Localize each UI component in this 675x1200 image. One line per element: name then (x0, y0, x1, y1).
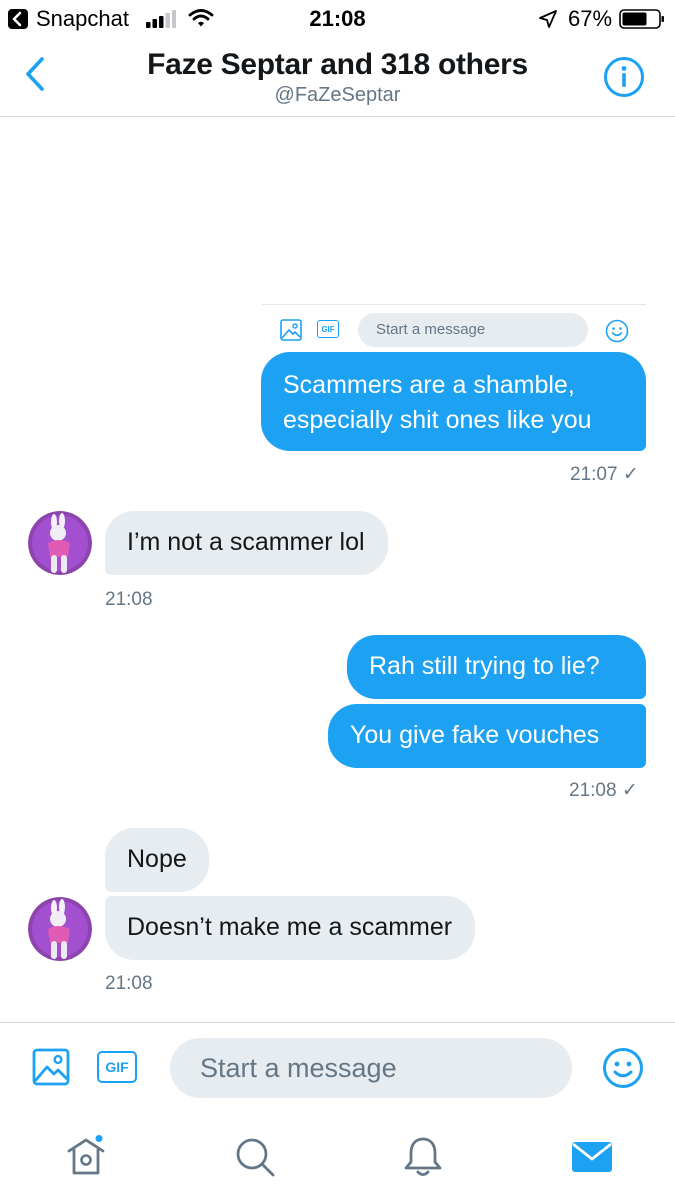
smiley-icon[interactable] (602, 1047, 644, 1089)
message-line: especially shit ones like you (283, 406, 592, 434)
search-icon[interactable] (233, 1135, 277, 1179)
message-text: You give fake vouches (350, 721, 600, 749)
message-text: Nope (127, 845, 187, 873)
message-timestamp: 21:07 ✓ (570, 464, 639, 485)
avatar[interactable] (28, 511, 92, 575)
bell-icon[interactable] (401, 1135, 445, 1179)
message-bubble-outgoing[interactable]: Scammers are a shamble, especially shit … (261, 352, 646, 451)
status-bar: Snapchat 21:08 67% (0, 0, 675, 38)
message-bubble-incoming[interactable]: Nope (105, 828, 209, 892)
message-composer: GIF Start a message (0, 1022, 675, 1111)
embedded-screenshot-composer: GIF Start a message (262, 304, 646, 351)
mail-icon[interactable] (570, 1135, 614, 1179)
gif-icon: GIF (317, 320, 339, 338)
message-bubble-incoming[interactable]: I’m not a scammer lol (105, 511, 388, 575)
message-timestamp: 21:08 (105, 589, 153, 610)
message-text: I’m not a scammer lol (127, 528, 365, 556)
conversation-title-block[interactable]: Faze Septar and 318 others @FaZeSeptar (100, 48, 575, 107)
image-icon (280, 319, 302, 341)
message-input[interactable]: Start a message (170, 1038, 572, 1098)
message-text: Doesn’t make me a scammer (127, 913, 453, 941)
info-icon[interactable] (603, 56, 645, 98)
conversation-header: Faze Septar and 318 others @FaZeSeptar (0, 38, 675, 117)
battery-icon (619, 9, 664, 29)
message-bubble-incoming[interactable]: Doesn’t make me a scammer (105, 896, 476, 960)
message-timestamp: 21:08 (105, 973, 153, 994)
home-icon[interactable] (64, 1135, 108, 1179)
message-bubble-outgoing[interactable]: Rah still trying to lie? (347, 635, 646, 699)
embedded-message-input: Start a message (358, 313, 588, 347)
location-arrow-icon (539, 10, 557, 28)
conversation-title: Faze Septar and 318 others (147, 48, 528, 81)
battery-percent: 67% (568, 6, 613, 31)
message-text: Rah still trying to lie? (369, 652, 600, 680)
message-bubble-outgoing[interactable]: You give fake vouches (328, 704, 646, 768)
image-icon[interactable] (32, 1048, 70, 1086)
gif-button[interactable]: GIF (97, 1051, 137, 1083)
message-line: Scammers are a shamble, (283, 371, 575, 399)
message-timestamp: 21:08 ✓ (569, 780, 638, 801)
conversation-handle: @FaZeSeptar (274, 84, 401, 106)
chevron-left-icon[interactable] (18, 54, 52, 94)
avatar[interactable] (28, 897, 92, 961)
smiley-icon (605, 319, 629, 343)
